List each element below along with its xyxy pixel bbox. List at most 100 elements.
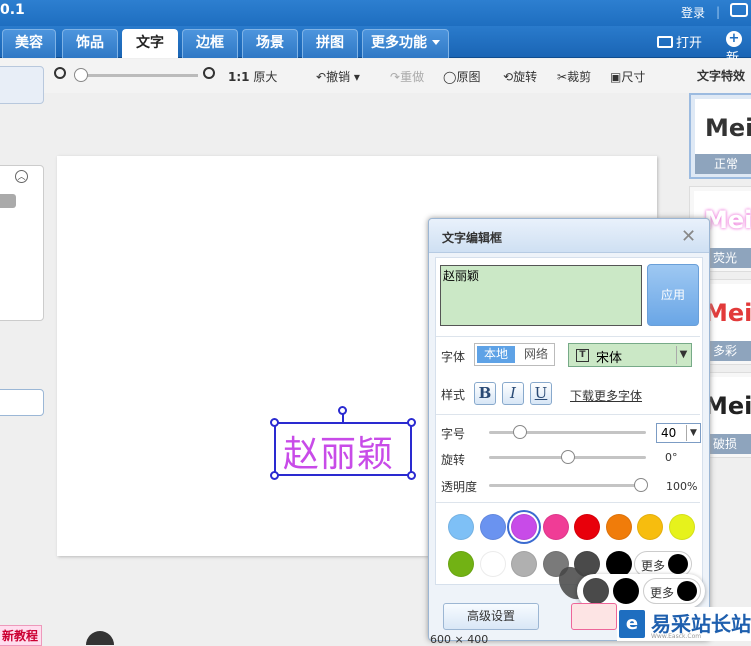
resize-label: 尺寸 [621, 70, 646, 84]
original-size-button[interactable]: 1:1 原大 [228, 68, 277, 85]
resize-handle-bottom-left[interactable] [270, 471, 279, 480]
resize-handle-top-left[interactable] [270, 418, 279, 427]
watermark-subtext: Www.Easck.Com [651, 633, 702, 640]
tutorial-badge[interactable]: 新教程 [0, 625, 43, 646]
rotate-slider-knob[interactable] [560, 450, 575, 464]
advanced-settings-button[interactable]: 高级设置 [443, 603, 539, 630]
left-action-box[interactable] [0, 389, 44, 416]
tab-more-features[interactable]: 更多功能 [362, 29, 449, 58]
font-label: 字体 [441, 350, 466, 364]
undo-dropdown-icon[interactable]: ▾ [354, 70, 360, 84]
app-version: 0.1 [0, 2, 25, 18]
truetype-icon: T [576, 349, 589, 362]
close-icon[interactable]: ✕ [681, 226, 696, 247]
rotate-button[interactable]: ⟲旋转 [503, 68, 537, 85]
color-swatch[interactable] [542, 514, 569, 540]
font-source-web[interactable]: 网络 [519, 346, 553, 363]
watermark-logo: e [619, 610, 645, 638]
size-select[interactable]: 40 ▼ [656, 423, 701, 443]
zoom-slider-track[interactable] [78, 74, 198, 77]
zoom-slider-knob[interactable] [74, 68, 88, 82]
dialog-divider [436, 502, 700, 503]
resize-handle-top-right[interactable] [407, 418, 416, 427]
color-swatch[interactable] [479, 551, 506, 577]
dialog-title: 文字编辑框 [442, 231, 503, 245]
circle-icon: ◯ [443, 70, 457, 84]
effects-title: 文字特效 [697, 69, 746, 83]
color-swatch[interactable] [613, 578, 639, 604]
color-swatch[interactable] [479, 514, 506, 540]
color-swatch[interactable] [448, 514, 474, 540]
redo-label: 重做 [400, 70, 425, 84]
font-name: 宋体 [596, 351, 623, 366]
tab-accessories[interactable]: 饰品 [62, 29, 118, 58]
undo-icon: ↶ [316, 70, 327, 84]
rotate-label: 旋转 [513, 70, 538, 84]
resize-button[interactable]: ▣尺寸 [610, 68, 645, 85]
scissors-icon: ✂ [557, 70, 568, 84]
more-colors-button[interactable]: 更多 [643, 578, 701, 604]
size-label: 字号 [441, 427, 466, 441]
color-swatch[interactable] [583, 578, 609, 604]
tab-label: 边框 [196, 35, 224, 51]
opacity-label: 透明度 [441, 480, 478, 494]
main-tab-bar: 美容 饰品 文字 边框 场景 拼图 更多功能 打开 +新 [0, 26, 751, 66]
collapse-up-icon[interactable]: ︿ [15, 170, 28, 183]
color-swatch[interactable] [637, 514, 663, 540]
chevron-down-icon[interactable]: ▼ [676, 346, 690, 364]
download-fonts-link[interactable]: 下载更多字体 [570, 387, 642, 404]
text-object[interactable]: 赵丽颖 [274, 422, 412, 476]
tab-beauty[interactable]: 美容 [2, 29, 56, 58]
effect-normal[interactable]: Meitu 正常 [689, 93, 751, 179]
login-link[interactable]: 登录 [681, 4, 705, 21]
resize-handle-bottom-right[interactable] [407, 471, 416, 480]
folder-icon [657, 36, 673, 48]
bold-button[interactable]: B [474, 382, 496, 405]
font-select[interactable]: T 宋体 ▼ [568, 343, 692, 367]
tab-label: 更多功能 [371, 35, 427, 51]
rotate-icon: ⟲ [503, 70, 514, 84]
zoom-out-button[interactable] [54, 67, 66, 82]
color-swatch[interactable] [511, 514, 537, 540]
resize-icon: ▣ [610, 70, 622, 84]
left-panel-chip[interactable] [0, 194, 16, 208]
color-swatch[interactable] [574, 514, 600, 540]
dialog-header[interactable]: 文字编辑框 ✕ [429, 219, 709, 253]
open-button[interactable]: 打开 [657, 32, 702, 51]
apply-button[interactable]: 应用 [647, 264, 699, 326]
rotate-value: 0° [665, 451, 678, 464]
italic-button[interactable]: I [502, 382, 524, 405]
opacity-slider-knob[interactable] [634, 478, 648, 492]
original-image-label: 原图 [456, 70, 481, 84]
tab-label: 拼图 [316, 35, 344, 51]
color-swatch[interactable] [511, 551, 537, 577]
tab-frame[interactable]: 边框 [182, 29, 238, 58]
delete-button[interactable] [571, 603, 617, 630]
chevron-down-icon[interactable]: ▼ [686, 425, 700, 441]
crop-button[interactable]: ✂裁剪 [557, 68, 591, 85]
undo-button[interactable]: ↶撤销 ▾ [316, 68, 360, 85]
message-icon[interactable] [730, 3, 748, 17]
color-swatch[interactable] [605, 514, 632, 540]
more-label: 更多 [641, 559, 666, 573]
canvas-text: 赵丽颖 [283, 434, 395, 475]
rotate-handle[interactable] [338, 406, 347, 415]
zoom-in-button[interactable] [203, 67, 215, 82]
font-source-local[interactable]: 本地 [477, 346, 515, 363]
title-bar: 0.1 登录 | [0, 0, 751, 26]
underline-button[interactable]: U [530, 382, 552, 405]
color-swatch[interactable] [668, 514, 695, 540]
left-thumbnail-box[interactable] [0, 66, 44, 104]
color-swatch[interactable] [448, 551, 474, 577]
tab-label: 文字 [136, 35, 164, 51]
tab-text[interactable]: 文字 [122, 29, 178, 58]
undo-label: 撤销 [326, 70, 351, 84]
dropdown-caret-icon [432, 40, 440, 45]
opacity-slider-track[interactable] [489, 484, 641, 487]
tab-label: 饰品 [76, 35, 104, 51]
tab-collage[interactable]: 拼图 [302, 29, 358, 58]
text-input[interactable] [440, 265, 642, 326]
original-image-button[interactable]: ◯原图 [443, 68, 480, 85]
redo-button[interactable]: ↷重做 [390, 68, 424, 85]
tab-scene[interactable]: 场景 [242, 29, 298, 58]
